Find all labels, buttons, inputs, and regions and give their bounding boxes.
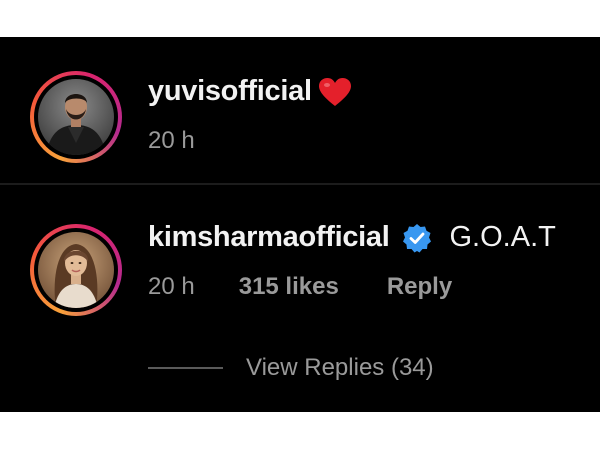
heart-icon (318, 77, 351, 106)
comment-text: G.O.A.T (449, 221, 556, 253)
view-replies-button[interactable]: View Replies (34) (246, 354, 434, 382)
likes-count[interactable]: 315 likes (239, 273, 339, 301)
comments-panel: yuvisofficial 20 h kimsharmaofficial G.O… (0, 37, 600, 412)
story-ring[interactable] (30, 224, 122, 316)
verified-badge-icon (402, 223, 431, 252)
avatar[interactable] (38, 232, 114, 308)
comment-item: yuvisofficial 20 h (0, 37, 600, 187)
story-ring[interactable] (30, 71, 122, 163)
username[interactable]: yuvisofficial (148, 75, 312, 108)
username[interactable]: kimsharmaofficial (148, 221, 390, 254)
timestamp: 20 h (148, 127, 195, 154)
person-photo-icon (38, 79, 114, 155)
replies-divider-line (148, 367, 223, 369)
divider (0, 183, 600, 185)
reply-button[interactable]: Reply (387, 273, 452, 301)
view-replies-row[interactable]: View Replies (34) (148, 354, 434, 382)
timestamp: 20 h (148, 273, 195, 300)
comment-item: kimsharmaofficial G.O.A.T 20 h 315 likes… (0, 187, 600, 412)
person-photo-icon (38, 232, 114, 308)
avatar[interactable] (38, 79, 114, 155)
